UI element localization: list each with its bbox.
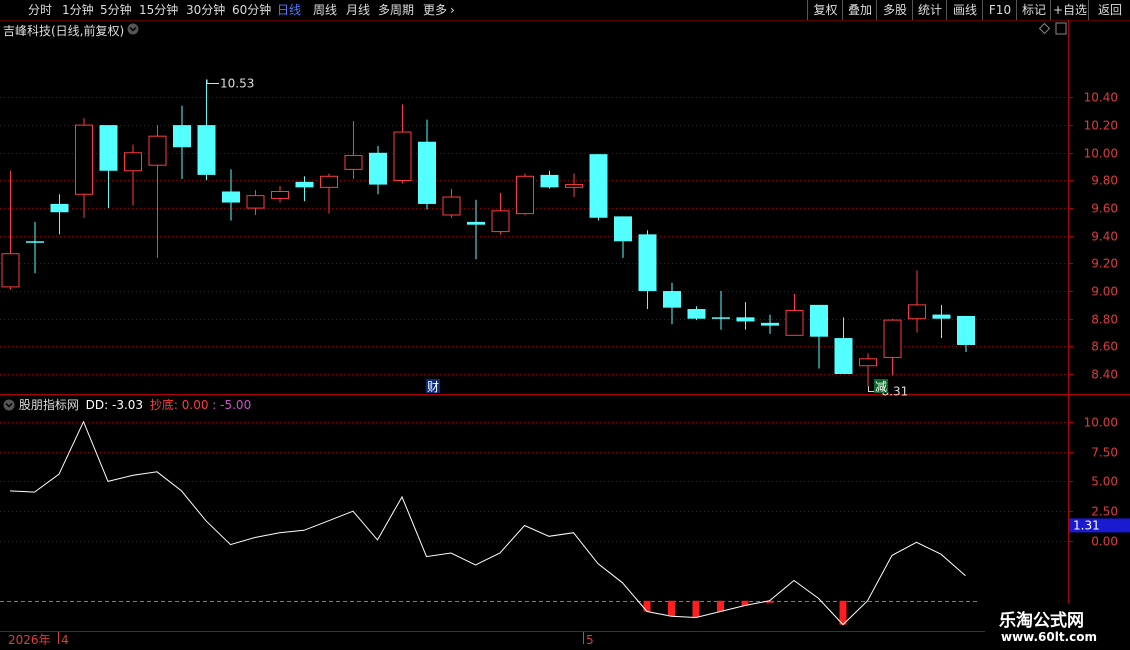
candle-body	[467, 221, 485, 225]
candle-body	[883, 319, 902, 358]
candle-body	[932, 314, 951, 319]
y-tick-label: 8.80	[1091, 313, 1118, 327]
annotation-label: 10.53	[220, 76, 254, 90]
candle-body	[761, 322, 779, 326]
y-tick-label: 9.00	[1091, 285, 1118, 299]
y-tick-label: 0.00	[1091, 535, 1118, 549]
candle-body	[197, 125, 216, 175]
candle-body	[638, 234, 657, 292]
y-tick-label: 7.50	[1091, 446, 1118, 460]
candle-body	[516, 175, 534, 215]
candle-body	[50, 203, 69, 213]
y-tick-label: 5.00	[1091, 475, 1118, 489]
candle-body	[810, 304, 828, 337]
y-tick-label: 8.60	[1091, 340, 1118, 354]
y-tick-label: 8.40	[1091, 368, 1118, 382]
candle-body	[222, 191, 240, 203]
candle-body	[173, 125, 191, 148]
diamond-icon	[1038, 22, 1051, 35]
annotation-leader	[206, 79, 219, 84]
candle-body	[26, 241, 44, 243]
window-icon	[1055, 22, 1067, 35]
chaodi-bar	[668, 600, 675, 617]
candle-body	[491, 210, 510, 233]
candle-body	[344, 155, 363, 170]
candle-body	[957, 315, 975, 345]
candle-body	[320, 175, 338, 188]
candle-body	[295, 181, 314, 188]
candle-body	[859, 358, 877, 367]
y-tick-label: 10.20	[1084, 119, 1118, 133]
candle-body	[246, 195, 265, 209]
y-tick-label: 2.50	[1091, 505, 1118, 519]
candle-body	[148, 135, 167, 166]
candle-body	[834, 338, 853, 375]
marker-jian: 减	[875, 380, 887, 394]
candle-body	[663, 291, 681, 308]
candle-body	[589, 154, 608, 218]
date-tick-label: 5	[586, 633, 594, 647]
y-tick-label: 9.20	[1091, 257, 1118, 271]
logo-line2: www.60lt.com	[1001, 630, 1098, 644]
dd-series-line	[9, 420, 966, 626]
candle-body	[418, 141, 436, 204]
chaodi-bar	[692, 600, 700, 618]
candle-body	[614, 216, 632, 242]
y-tick-label: 10.00	[1084, 147, 1118, 161]
candle-body	[271, 190, 289, 199]
date-tick-label: 4	[61, 633, 69, 647]
candle-body	[712, 317, 730, 319]
candle-body	[687, 309, 706, 319]
logo-line1: 乐淘公式网	[999, 611, 1084, 631]
candle-body	[565, 184, 583, 188]
candle-body	[369, 152, 387, 185]
candle-body	[442, 196, 461, 216]
marker-cai: 财	[427, 380, 439, 394]
current-value-label: 1.31	[1073, 518, 1100, 532]
candle-body	[736, 317, 755, 322]
candle-body	[393, 131, 412, 181]
y-tick-label: 9.60	[1091, 202, 1118, 216]
y-tick-label: 10.40	[1084, 91, 1118, 105]
candle-body	[1, 253, 20, 288]
candle-body	[540, 174, 559, 188]
candle-body	[785, 309, 804, 336]
chaodi-bar	[643, 600, 651, 612]
y-tick-label: 9.40	[1091, 230, 1118, 244]
candle-body	[99, 125, 118, 171]
watermark-logo: 乐淘公式网 www.60lt.com	[985, 603, 1130, 650]
candle-body	[908, 304, 926, 320]
candle-body	[124, 152, 142, 172]
date-year-label: 2026年	[8, 633, 51, 647]
date-axis	[0, 632, 985, 650]
y-tick-label: 10.00	[1084, 416, 1118, 430]
chart-area: 10.40 10.20 10.00 9.80 9.60 9.40 9.20 9.00 8.80 8…	[0, 20, 1130, 650]
chaodi-bar	[839, 600, 847, 625]
y-tick-label: 9.80	[1091, 174, 1118, 188]
candle-body	[75, 124, 93, 195]
chaodi-bar	[717, 600, 724, 612]
